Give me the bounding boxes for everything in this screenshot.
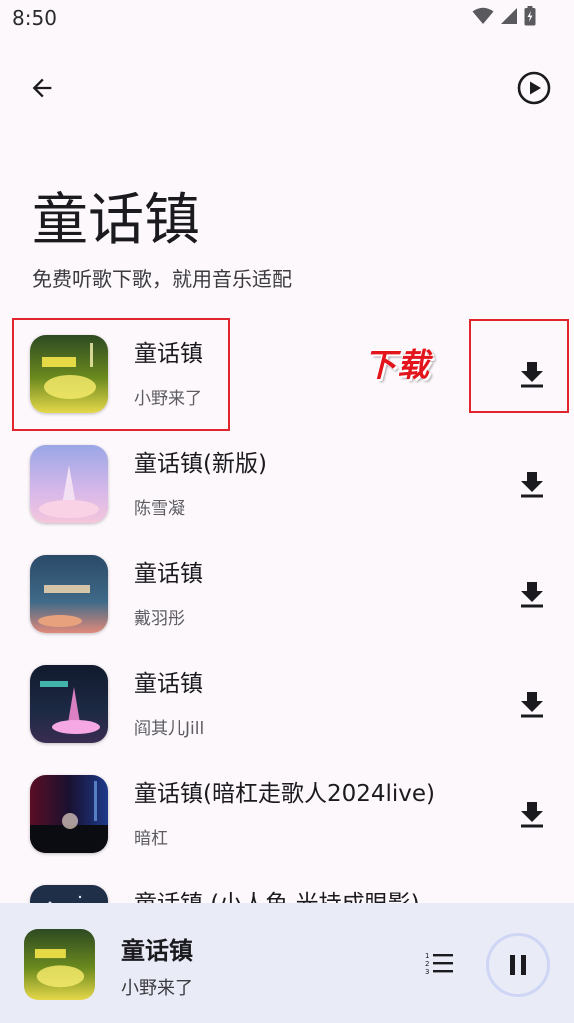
album-cover <box>30 665 108 743</box>
song-artist: 阎其儿Jill <box>134 719 205 739</box>
svg-text:2: 2 <box>425 960 429 968</box>
download-button[interactable] <box>508 682 556 726</box>
download-button[interactable] <box>508 572 556 616</box>
download-icon <box>521 692 543 718</box>
album-cover <box>30 445 108 523</box>
queue-list-icon: 1 2 3 <box>425 952 453 975</box>
player-song-title: 童话镇 <box>121 937 193 965</box>
mini-player[interactable]: 童话镇 小野来了 1 2 3 <box>0 903 574 1023</box>
song-artist: 陈雪凝 <box>134 499 185 519</box>
download-icon <box>521 802 543 828</box>
download-annotation-label: 下载 <box>364 346 431 384</box>
play-circle-icon <box>517 71 551 105</box>
song-artist: 暗杠 <box>134 829 168 849</box>
album-cover <box>30 775 108 853</box>
download-button[interactable] <box>508 792 556 836</box>
pause-button[interactable] <box>486 933 550 997</box>
player-song-artist: 小野来了 <box>121 978 193 999</box>
download-button[interactable] <box>508 352 556 396</box>
battery-charging-icon <box>524 6 536 26</box>
player-album-cover[interactable] <box>24 929 95 1000</box>
download-icon <box>521 582 543 608</box>
arrow-left-icon <box>32 78 52 98</box>
list-item[interactable]: 童话镇 小野来了 <box>0 318 574 428</box>
signal-icon <box>501 8 517 24</box>
queue-button[interactable]: 1 2 3 <box>420 943 460 983</box>
top-app-bar <box>0 60 574 116</box>
download-button[interactable] <box>508 462 556 506</box>
album-cover <box>30 555 108 633</box>
song-title: 童话镇(暗杠走歌人2024live) <box>134 781 436 807</box>
svg-text:3: 3 <box>425 968 429 975</box>
play-all-button[interactable] <box>512 66 556 110</box>
list-item[interactable]: 童话镇(暗杠走歌人2024live) 暗杠 <box>0 758 574 868</box>
album-cover <box>30 335 108 413</box>
status-bar: 8:50 <box>0 0 574 36</box>
page-title: 童话镇 <box>32 188 200 253</box>
page-subtitle: 免费听歌下歌，就用音乐适配 <box>32 267 292 291</box>
song-title: 童话镇 <box>134 671 203 697</box>
song-title: 童话镇 <box>134 341 203 367</box>
status-icons <box>472 6 536 26</box>
download-icon <box>521 362 543 388</box>
song-title: 童话镇(新版) <box>134 451 267 477</box>
song-title: 童话镇 <box>134 561 203 587</box>
song-artist: 小野来了 <box>134 389 202 409</box>
pause-icon <box>510 955 526 975</box>
song-list: 童话镇 小野来了 童话镇(新版) 陈雪凝 童话镇 戴羽彤 童话镇 阎其儿Jill… <box>0 318 574 978</box>
wifi-icon <box>472 7 494 24</box>
svg-text:1: 1 <box>425 952 429 960</box>
back-button[interactable] <box>20 66 64 110</box>
list-item[interactable]: 童话镇 阎其儿Jill <box>0 648 574 758</box>
download-icon <box>521 472 543 498</box>
song-artist: 戴羽彤 <box>134 609 185 629</box>
list-item[interactable]: 童话镇(新版) 陈雪凝 <box>0 428 574 538</box>
status-time: 8:50 <box>12 6 57 30</box>
list-item[interactable]: 童话镇 戴羽彤 <box>0 538 574 648</box>
